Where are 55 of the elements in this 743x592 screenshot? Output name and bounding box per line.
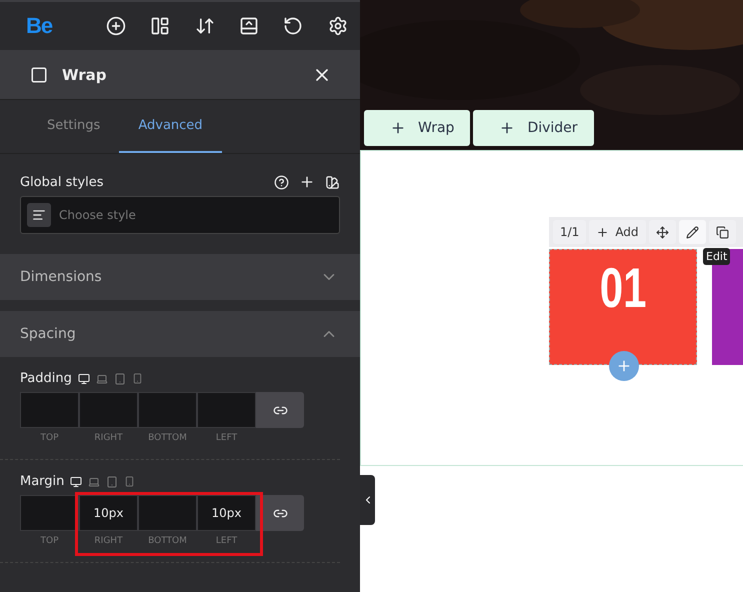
section-header[interactable]: Dimensions xyxy=(0,254,360,300)
edit-icon[interactable] xyxy=(678,220,706,244)
section-label: Global styles xyxy=(20,174,105,190)
link-icon[interactable] xyxy=(256,392,304,428)
value-field[interactable] xyxy=(20,495,79,531)
value-field[interactable] xyxy=(138,392,197,428)
tab[interactable]: Advanced xyxy=(119,100,222,153)
tooltip: Edit xyxy=(703,248,730,265)
field-label: TOP xyxy=(40,536,58,546)
card-number: 01 xyxy=(600,255,646,321)
laptop-icon[interactable] xyxy=(88,476,100,488)
help-icon[interactable] xyxy=(274,174,289,190)
style-input[interactable]: Choose style xyxy=(57,207,333,223)
logo: Be xyxy=(26,13,54,39)
panel-title: Wrap xyxy=(62,66,108,84)
phone-icon[interactable] xyxy=(132,373,143,384)
value-field[interactable] xyxy=(138,495,197,531)
number-card[interactable]: 01 xyxy=(549,249,697,365)
plus-icon xyxy=(390,120,406,136)
lines-icon xyxy=(27,203,51,227)
group-label: Margin xyxy=(20,474,64,489)
field-label: BOTTOM xyxy=(148,536,187,546)
style-field[interactable]: Choose style xyxy=(20,196,340,234)
desktop-icon[interactable] xyxy=(78,372,90,384)
section-header[interactable]: Spacing xyxy=(0,311,360,357)
add-element-button[interactable]: Wrap xyxy=(364,110,470,146)
field-label: LEFT xyxy=(216,536,238,546)
field-label: RIGHT xyxy=(94,536,123,546)
swatch-icon[interactable] xyxy=(325,174,340,190)
copy-icon[interactable] xyxy=(708,220,736,244)
value-field[interactable] xyxy=(20,392,79,428)
value-field[interactable]: 10px xyxy=(79,495,138,531)
group-label: Padding xyxy=(20,371,72,386)
collapse-icon[interactable] xyxy=(360,475,375,525)
value-field[interactable] xyxy=(79,392,138,428)
plus-icon xyxy=(596,226,610,238)
add-button[interactable]: Add xyxy=(589,220,646,244)
tablet-icon[interactable] xyxy=(106,476,118,488)
link-icon[interactable] xyxy=(256,495,304,531)
field-label: TOP xyxy=(40,433,58,443)
value-field[interactable] xyxy=(197,392,256,428)
move-icon[interactable] xyxy=(648,220,676,244)
field-label: LEFT xyxy=(216,433,238,443)
laptop-icon[interactable] xyxy=(96,372,108,384)
value-field[interactable]: 10px xyxy=(197,495,256,531)
counter[interactable]: 1/1 xyxy=(553,220,586,244)
desktop-icon[interactable] xyxy=(70,476,82,488)
plus-icon[interactable] xyxy=(299,174,315,190)
square-icon xyxy=(30,66,48,84)
tablet-icon[interactable] xyxy=(114,372,126,384)
tab[interactable]: Settings xyxy=(28,100,120,153)
field-label: BOTTOM xyxy=(148,433,187,443)
add-element-button[interactable]: Divider xyxy=(473,110,594,146)
field-label: RIGHT xyxy=(94,433,123,443)
phone-icon[interactable] xyxy=(124,476,136,487)
